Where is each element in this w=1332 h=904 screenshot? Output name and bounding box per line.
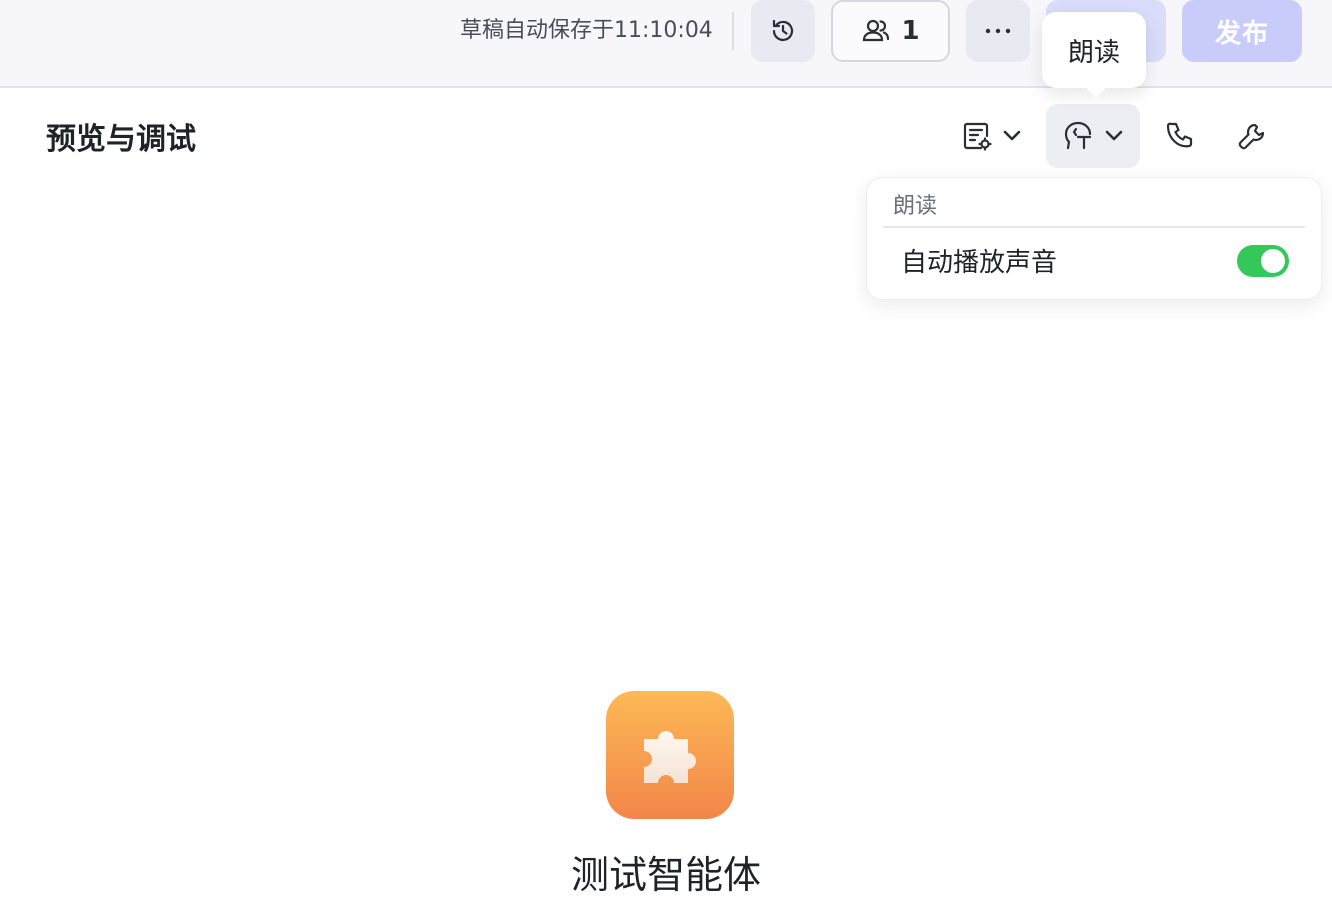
voice-dropdown: 朗读 自动播放声音 — [866, 177, 1322, 300]
history-button[interactable] — [751, 0, 815, 62]
more-icon — [985, 28, 1011, 34]
autoplay-toggle[interactable] — [1237, 245, 1289, 277]
dropdown-header: 朗读 — [893, 194, 938, 219]
tools-button[interactable] — [1220, 104, 1284, 168]
agent-avatar — [606, 691, 734, 819]
voice-settings-button[interactable] — [1046, 104, 1140, 168]
phone-icon — [1166, 122, 1193, 148]
document-settings-icon — [963, 122, 992, 151]
collaborators-button[interactable]: 1 — [831, 0, 950, 62]
voice-tooltip: 朗读 — [1042, 12, 1146, 98]
publish-button[interactable]: 发布 — [1182, 0, 1302, 62]
puzzle-icon — [644, 731, 696, 783]
wrench-icon — [1238, 123, 1265, 150]
document-settings-button[interactable] — [948, 104, 1034, 168]
history-icon — [772, 19, 794, 41]
toolbar-divider — [732, 12, 734, 50]
chevron-down-icon — [1105, 130, 1123, 141]
dropdown-divider — [883, 226, 1305, 228]
autosave-status: 草稿自动保存于11:10:04 — [460, 18, 713, 43]
voice-text-icon — [1064, 121, 1092, 150]
call-button[interactable] — [1150, 104, 1210, 168]
chevron-down-icon — [1003, 130, 1021, 141]
autoplay-label: 自动播放声音 — [901, 248, 1058, 278]
toggle-knob — [1261, 249, 1285, 273]
users-icon — [863, 19, 890, 42]
panel-title: 预览与调试 — [46, 122, 196, 157]
more-button[interactable] — [966, 0, 1030, 62]
collaborators-count: 1 — [901, 16, 920, 46]
agent-name: 测试智能体 — [570, 853, 761, 897]
